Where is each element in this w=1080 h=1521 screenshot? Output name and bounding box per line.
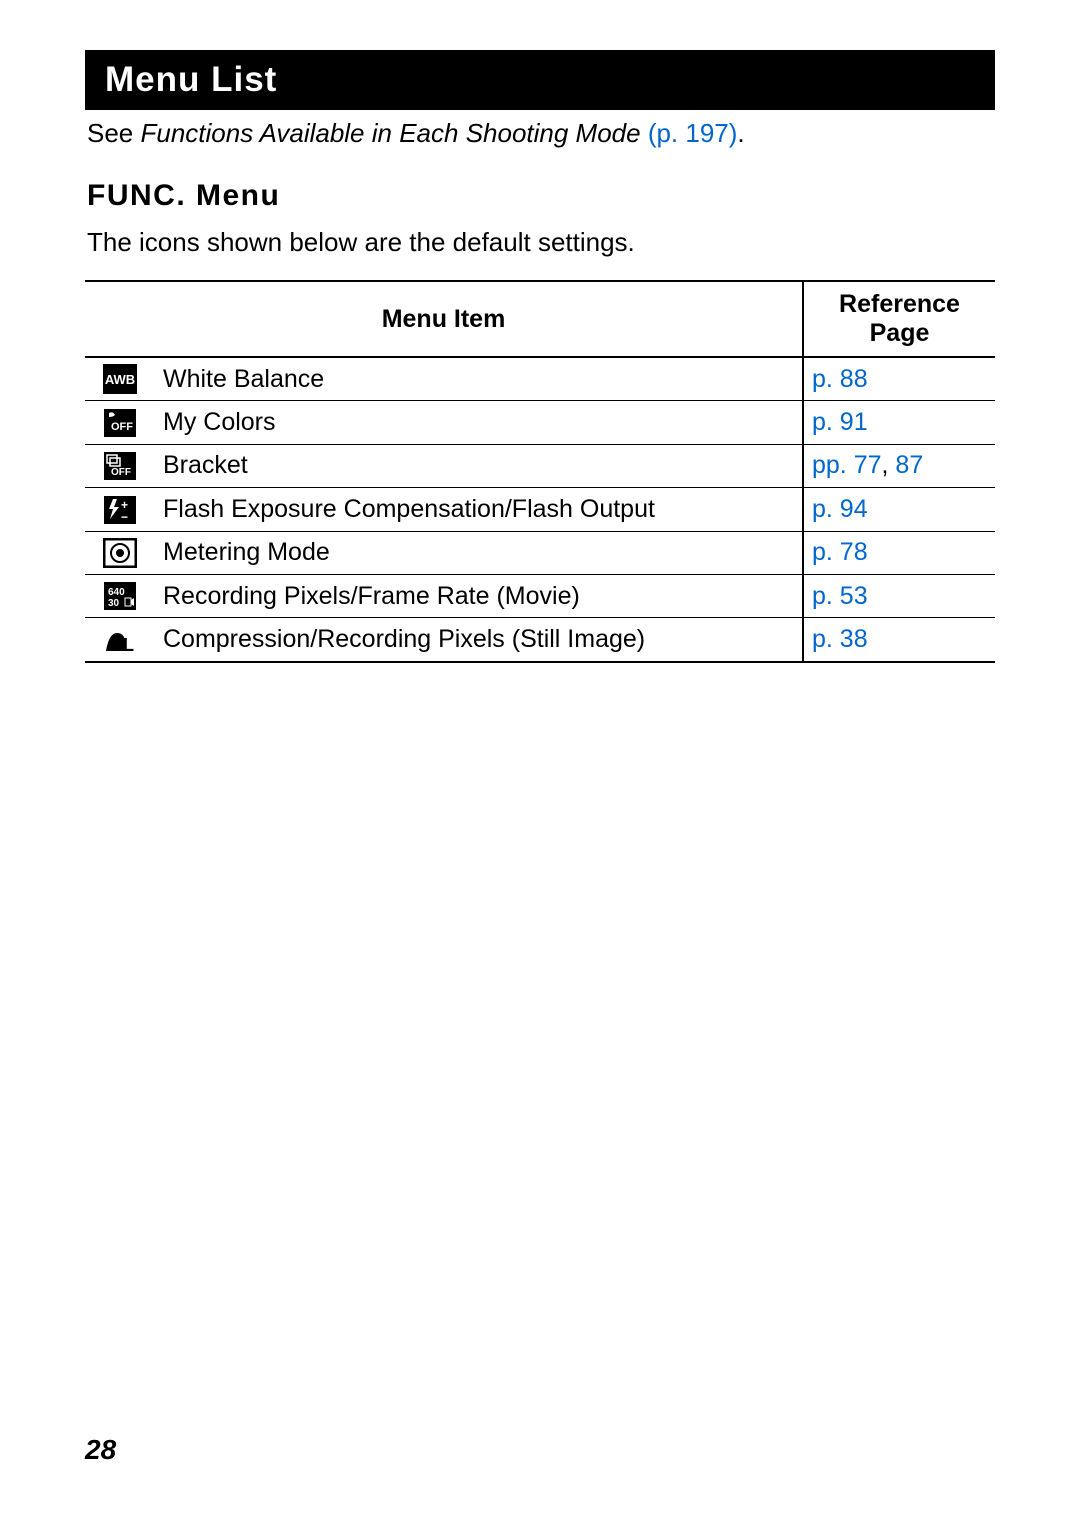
page-number: 28 [85, 1434, 116, 1466]
default-settings-note: The icons shown below are the default se… [85, 227, 995, 258]
flash-compensation-icon: + − [103, 495, 137, 525]
metering-mode-icon [103, 538, 137, 568]
page-link[interactable]: p. 38 [812, 625, 868, 653]
svg-text:640: 640 [108, 587, 125, 598]
page-link[interactable]: p. 94 [812, 495, 868, 523]
reference-cell: p. 91 [803, 401, 995, 444]
page-title: Menu List [85, 50, 995, 110]
svg-text:OFF: OFF [111, 467, 131, 478]
reference-cell: p. 78 [803, 531, 995, 574]
svg-text:L: L [123, 635, 134, 655]
movie-resolution-icon: 640 30 [103, 581, 137, 611]
menu-item-name: White Balance [155, 357, 803, 401]
my-colors-off-icon: OFF [103, 408, 137, 438]
bracket-off-icon: OFF [103, 451, 137, 481]
func-menu-header: FUNC. Menu [85, 179, 995, 213]
table-row: AWB White Balance p. 88 [85, 357, 995, 401]
icon-cell: OFF [85, 444, 155, 487]
menu-item-name: Bracket [155, 444, 803, 487]
svg-text:30: 30 [108, 598, 120, 609]
reference-cell: p. 38 [803, 618, 995, 662]
icon-cell: OFF [85, 401, 155, 444]
menu-table: Menu Item Reference Page AWB White Balan… [85, 280, 995, 663]
see-page-link[interactable]: (p. 197) [641, 118, 738, 148]
page-link[interactable]: 87 [895, 451, 923, 479]
menu-item-name: Metering Mode [155, 531, 803, 574]
see-reference-line: See Functions Available in Each Shooting… [85, 118, 995, 149]
table-header-row: Menu Item Reference Page [85, 281, 995, 357]
reference-cell: p. 88 [803, 357, 995, 401]
page-link[interactable]: p. 53 [812, 582, 868, 610]
icon-cell: AWB [85, 357, 155, 401]
reference-cell: p. 94 [803, 488, 995, 531]
menu-item-name: My Colors [155, 401, 803, 444]
menu-item-name: Compression/Recording Pixels (Still Imag… [155, 618, 803, 662]
awb-icon: AWB [103, 364, 137, 394]
col-header-menu-item: Menu Item [85, 281, 803, 357]
icon-cell [85, 531, 155, 574]
table-row: OFF Bracket pp. 77, 87 [85, 444, 995, 487]
reference-cell: p. 53 [803, 574, 995, 617]
page-link[interactable]: p. 88 [812, 365, 868, 393]
icon-cell: 640 30 [85, 574, 155, 617]
see-suffix: . [737, 118, 744, 148]
see-italic-text: Functions Available in Each Shooting Mod… [141, 118, 641, 148]
table-row: + − Flash Exposure Compensation/Flash Ou… [85, 488, 995, 531]
compression-still-icon: L [103, 625, 137, 655]
col-header-reference: Reference Page [803, 281, 995, 357]
table-row: L Compression/Recording Pixels (Still Im… [85, 618, 995, 662]
ref-sep: , [882, 451, 896, 479]
page-link[interactable]: pp. 77 [812, 451, 882, 479]
page-link[interactable]: p. 91 [812, 408, 868, 436]
menu-item-name: Flash Exposure Compensation/Flash Output [155, 488, 803, 531]
icon-cell: L [85, 618, 155, 662]
menu-item-name: Recording Pixels/Frame Rate (Movie) [155, 574, 803, 617]
svg-text:OFF: OFF [111, 421, 133, 433]
reference-cell: pp. 77, 87 [803, 444, 995, 487]
svg-text:−: − [121, 510, 128, 524]
icon-cell: + − [85, 488, 155, 531]
table-row: Metering Mode p. 78 [85, 531, 995, 574]
table-row: 640 30 Recording Pixels/Frame Rate (Movi… [85, 574, 995, 617]
page-link[interactable]: p. 78 [812, 538, 868, 566]
see-prefix: See [87, 118, 141, 148]
table-row: OFF My Colors p. 91 [85, 401, 995, 444]
